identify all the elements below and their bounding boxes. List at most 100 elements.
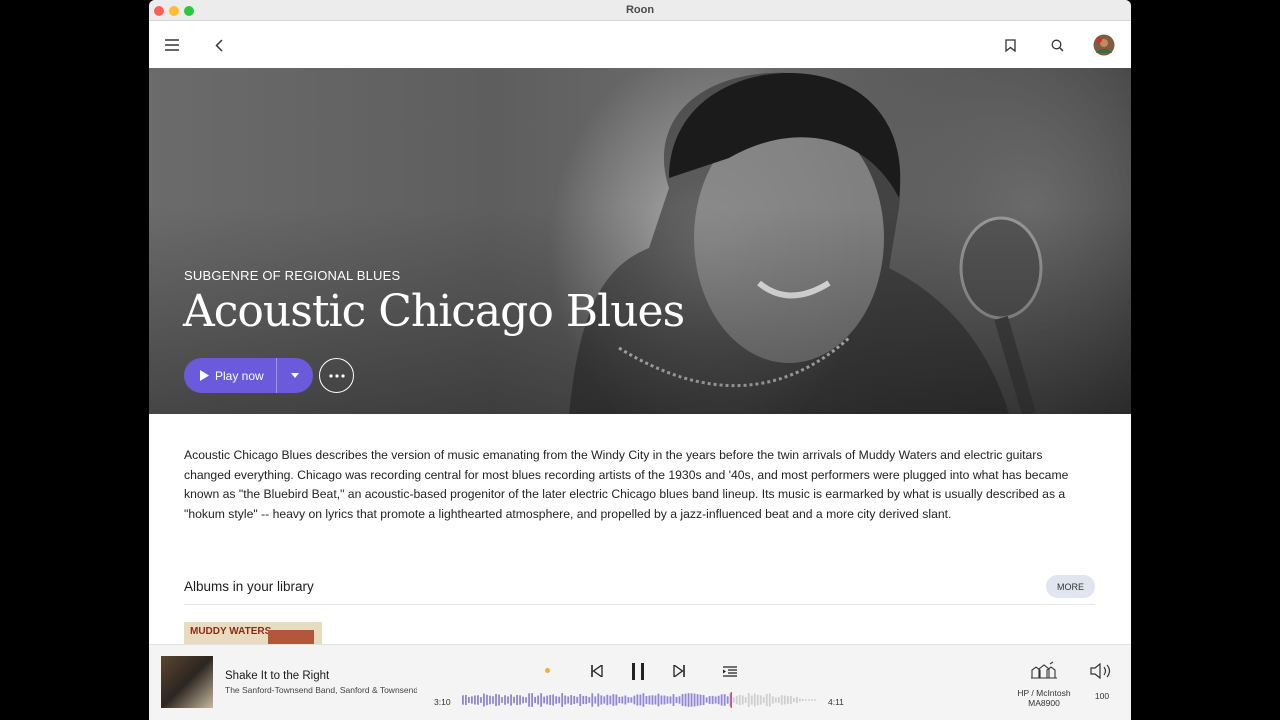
- waveform-bar: [582, 695, 585, 705]
- search-icon[interactable]: [1045, 33, 1069, 57]
- waveform-seekbar[interactable]: [462, 692, 817, 708]
- waveform-bar: [762, 696, 765, 704]
- waveform-bar: [534, 696, 537, 704]
- waveform-bar: [567, 696, 570, 704]
- waveform-bar: [576, 696, 579, 704]
- waveform-bar: [606, 694, 609, 706]
- playhead-marker[interactable]: [730, 692, 732, 708]
- waveform-bar: [561, 693, 564, 707]
- waveform-bar: [519, 695, 521, 705]
- queue-button[interactable]: [720, 661, 740, 681]
- avatar[interactable]: [1092, 33, 1116, 57]
- bookmark-icon[interactable]: [998, 33, 1022, 57]
- waveform-bar: [558, 696, 561, 704]
- now-playing-artist[interactable]: The Sanford-Townsend Band, Sanford & Tow…: [225, 685, 417, 695]
- waveform-bar: [669, 696, 672, 704]
- waveform-bar: [741, 695, 744, 705]
- next-icon: [673, 665, 685, 677]
- albums-more-button[interactable]: MORE: [1046, 575, 1095, 598]
- waveform-bar: [483, 693, 485, 707]
- waveform-bar: [813, 699, 816, 701]
- waveform-bar: [540, 693, 543, 707]
- player-bar: Shake It to the Right The Sanford-Townse…: [149, 644, 1131, 720]
- pause-icon: [632, 662, 644, 680]
- waveform-bar: [489, 695, 491, 705]
- radio-indicator[interactable]: [545, 668, 550, 673]
- waveform-bar: [564, 695, 567, 705]
- waveform-bar: [774, 697, 777, 703]
- waveform-bar: [666, 696, 669, 704]
- previous-button[interactable]: [587, 661, 607, 681]
- waveform-bar: [747, 693, 750, 707]
- play-options-dropdown[interactable]: [277, 358, 313, 393]
- waveform-bar: [531, 693, 533, 707]
- pause-button[interactable]: [627, 661, 649, 681]
- waveform-bar: [468, 696, 470, 704]
- waveform-bar: [750, 695, 753, 705]
- waveform-bar: [753, 693, 756, 707]
- waveform-bar: [768, 693, 771, 707]
- waveform-bar: [543, 696, 546, 704]
- zone-icon: [1031, 661, 1057, 679]
- waveform-bar: [612, 694, 615, 706]
- volume-button[interactable]: [1089, 662, 1113, 684]
- now-playing-cover[interactable]: [161, 656, 213, 708]
- waveform-bar: [708, 696, 711, 704]
- waveform-bar: [714, 696, 717, 704]
- speaker-icon: [1090, 662, 1111, 680]
- waveform-bar: [645, 696, 648, 704]
- waveform-bar: [639, 694, 642, 706]
- next-button[interactable]: [669, 661, 689, 681]
- menu-icon[interactable]: [160, 33, 184, 57]
- waveform-bar: [480, 697, 482, 703]
- play-now-button[interactable]: Play now: [184, 358, 276, 393]
- waveform-bar: [573, 696, 576, 704]
- waveform-bar: [591, 693, 594, 707]
- waveform-bar: [792, 698, 795, 702]
- waveform-bar: [807, 699, 810, 701]
- waveform-bar: [723, 694, 726, 706]
- window-title: Roon: [625, 4, 655, 16]
- waveform-bar: [720, 694, 723, 706]
- waveform-bar: [495, 693, 497, 707]
- waveform-bar: [537, 695, 540, 705]
- waveform-bar: [630, 697, 633, 703]
- waveform-bar: [717, 695, 720, 705]
- waveform-bar: [732, 697, 735, 703]
- waveform-bar: [516, 694, 518, 706]
- album-cover-photo: [268, 630, 314, 644]
- waveform-bar: [654, 695, 657, 705]
- waveform-bar: [627, 697, 630, 703]
- waveform-bar: [588, 697, 591, 703]
- waveform-bar: [663, 695, 666, 705]
- waveform-bar: [594, 696, 597, 704]
- waveform-bar: [678, 696, 681, 704]
- zone-selector[interactable]: HP / McIntosh MA8900: [1004, 661, 1084, 708]
- waveform-bar: [555, 696, 558, 704]
- now-playing-title[interactable]: Shake It to the Right: [225, 670, 329, 682]
- waveform-bar: [636, 694, 639, 706]
- waveform-bar: [546, 695, 549, 705]
- genre-description: Acoustic Chicago Blues describes the ver…: [184, 448, 1069, 521]
- back-icon[interactable]: [207, 33, 231, 57]
- play-icon: [200, 370, 209, 381]
- waveform-bar: [528, 693, 530, 707]
- play-button-group: Play now: [184, 358, 313, 393]
- more-options-button[interactable]: [319, 358, 354, 393]
- waveform-bar: [693, 693, 696, 707]
- waveform-bar: [771, 696, 774, 704]
- waveform-bar: [810, 699, 813, 701]
- waveform-bar: [615, 694, 618, 706]
- play-now-label: Play now: [215, 368, 264, 383]
- waveform-bar: [624, 695, 627, 705]
- waveform-bar: [798, 698, 801, 702]
- album-card[interactable]: MUDDY WATERS: [184, 622, 322, 644]
- page-title: Acoustic Chicago Blues: [183, 286, 685, 337]
- waveform-bar: [522, 696, 524, 704]
- roon-window: Roon SUBGENRE OF REGIONAL BLUES Acoustic…: [149, 0, 1131, 720]
- albums-section-title: Albums in your library: [184, 579, 314, 594]
- waveform-bar: [690, 693, 693, 707]
- waveform-bar: [681, 694, 684, 706]
- waveform-bar: [579, 694, 582, 706]
- waveform-bar: [618, 696, 621, 704]
